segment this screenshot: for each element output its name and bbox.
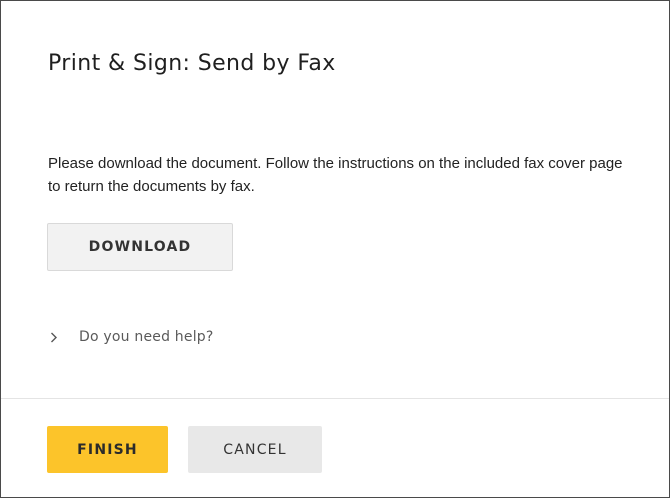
chevron-right-icon [46, 327, 68, 347]
download-button[interactable]: DOWNLOAD [47, 223, 233, 271]
cancel-button[interactable]: CANCEL [188, 426, 322, 473]
footer-divider [1, 398, 669, 399]
fax-dialog: Print & Sign: Send by Fax Please downloa… [0, 0, 670, 498]
help-toggle[interactable]: Do you need help? [46, 327, 214, 347]
instructions-text: Please download the document. Follow the… [48, 155, 623, 195]
help-label: Do you need help? [79, 329, 214, 345]
finish-button[interactable]: FINISH [47, 426, 168, 473]
dialog-title: Print & Sign: Send by Fax [48, 51, 336, 76]
